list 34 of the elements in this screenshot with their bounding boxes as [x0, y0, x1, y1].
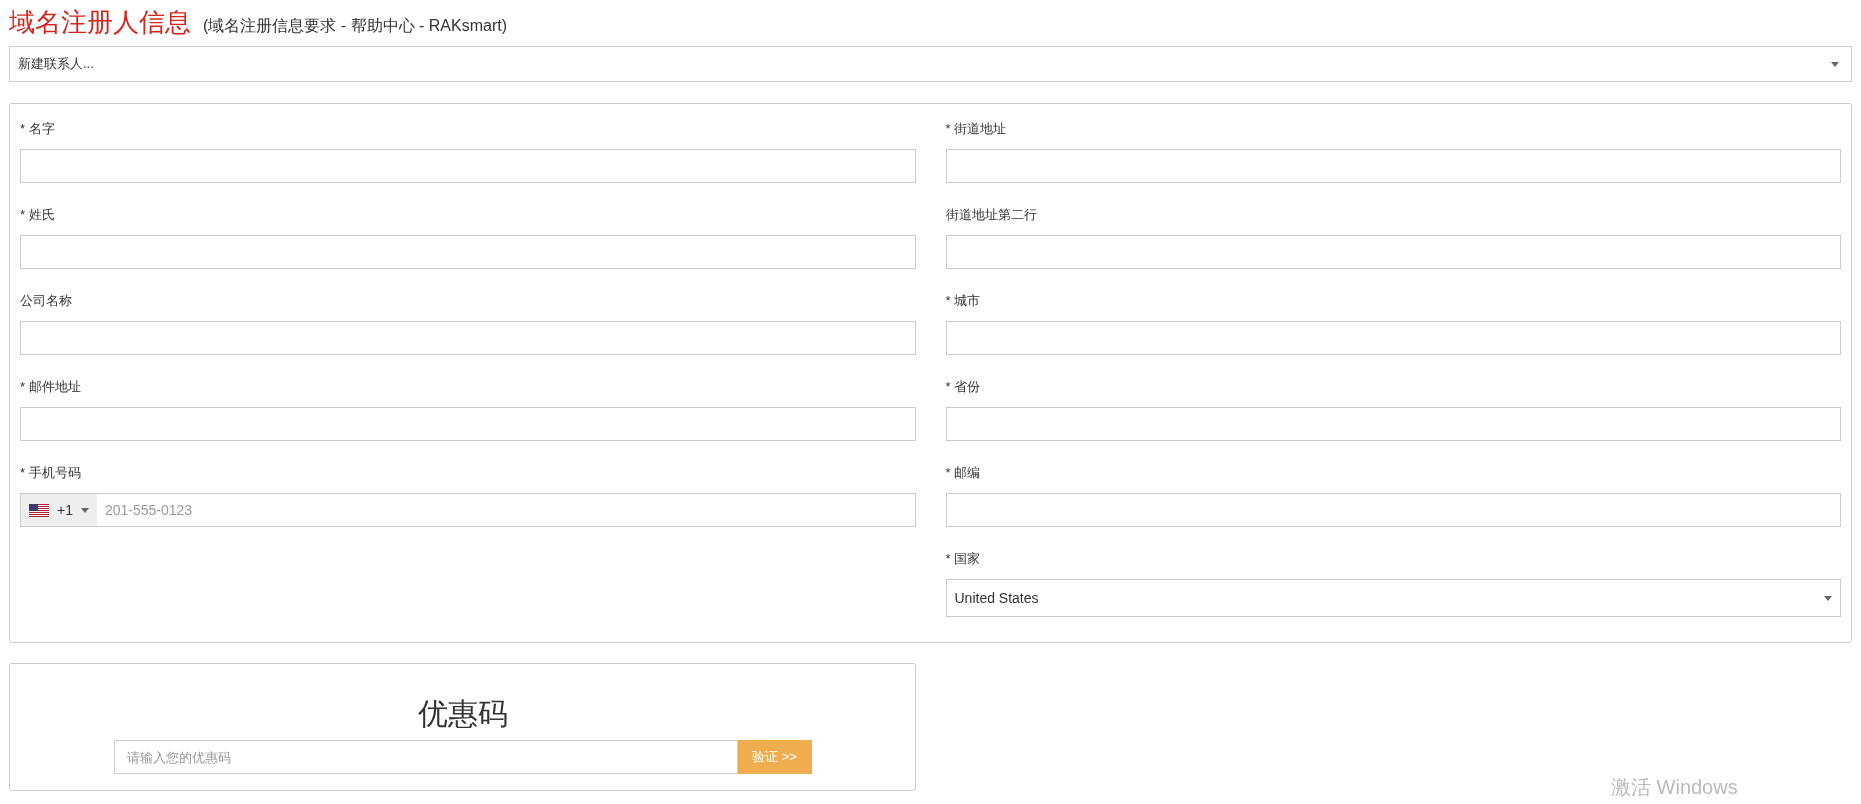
caret-icon [1831, 61, 1839, 67]
page-subtitle: (域名注册信息要求 - 帮助中心 - RAKsmart) [203, 16, 507, 36]
contact-select[interactable]: 新建联系人... [9, 46, 1852, 82]
input-field[interactable] [945, 321, 1841, 355]
caret-icon [80, 507, 89, 513]
flag-icon [29, 503, 49, 517]
input-field[interactable] [945, 149, 1841, 183]
activation-notice: 激活 Windows [1611, 775, 1738, 800]
select-field[interactable]: United States [945, 579, 1841, 617]
input-field[interactable] [20, 149, 916, 183]
field-label: * 邮件地址 [20, 379, 81, 395]
coupon-title: 优惠码 [417, 696, 508, 732]
input-field[interactable] [20, 321, 916, 355]
caret-icon [1824, 595, 1832, 601]
input-field[interactable] [945, 235, 1841, 269]
field-label: 公司名称 [20, 293, 72, 309]
input-field[interactable] [20, 407, 916, 441]
field-label: 街道地址第二行 [945, 207, 1037, 223]
coupon-input[interactable]: 请输入您的优惠码 [113, 740, 738, 774]
phone-field[interactable]: +1 201-555-0123 [20, 493, 916, 527]
field-label: * 省份 [945, 379, 981, 395]
input-field[interactable] [945, 493, 1841, 527]
field-label: * 名字 [20, 121, 55, 137]
country-code-dropdown[interactable]: +1 [21, 494, 97, 526]
field-label: * 国家 [945, 551, 981, 567]
page-title: 域名注册人信息 [9, 6, 191, 38]
field-label: * 手机号码 [20, 465, 81, 481]
input-field[interactable] [20, 235, 916, 269]
field-label: * 邮编 [945, 465, 981, 481]
field-label: * 姓氏 [20, 207, 55, 223]
dial-code: +1 [57, 501, 73, 520]
field-label: * 城市 [945, 293, 981, 309]
field-label: * 街道地址 [945, 121, 1007, 137]
input-field[interactable] [945, 407, 1841, 441]
